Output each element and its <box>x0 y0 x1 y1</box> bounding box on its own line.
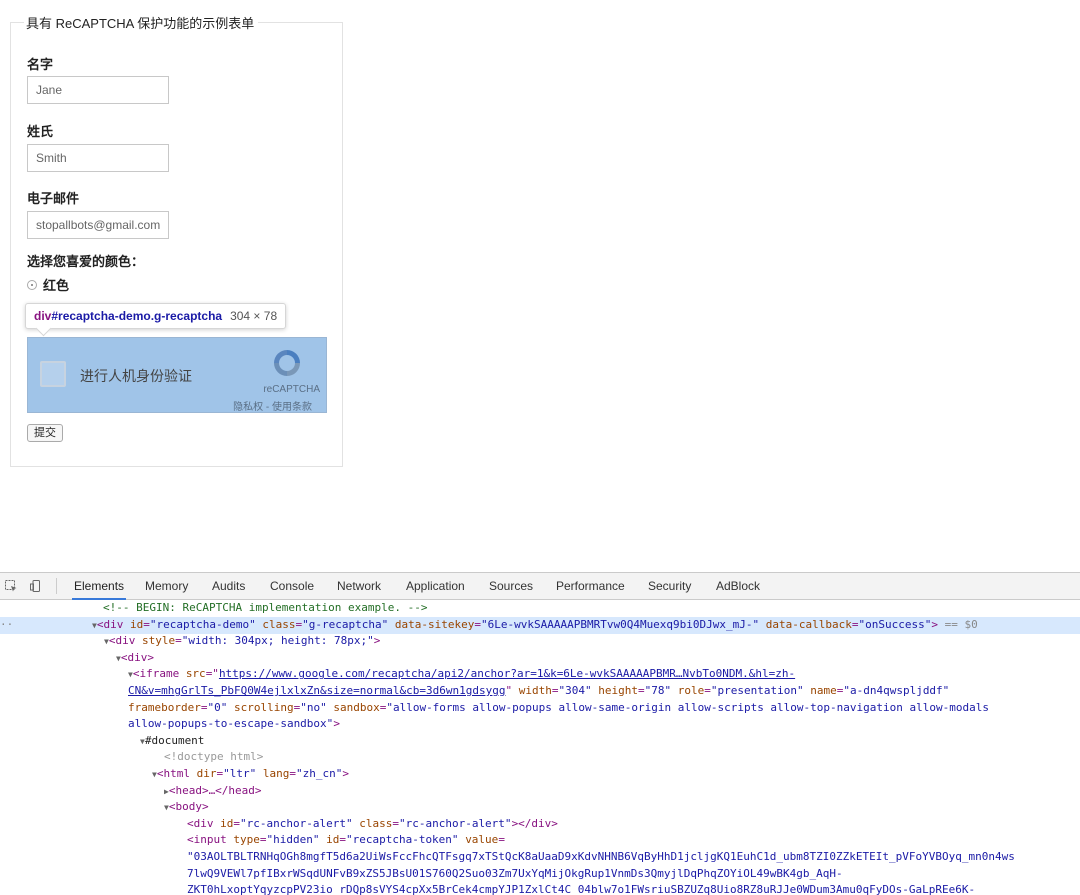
code-line[interactable]: ▼<div style="width: 304px; height: 78px;… <box>104 633 1080 650</box>
recaptcha-brand: reCAPTCHA <box>263 384 320 395</box>
code-line[interactable]: 7lwQ9VEWl7pfIBxrWSqdUNFvB9xZS5JBsU01S760… <box>187 866 1080 883</box>
last-name-input[interactable]: Smith <box>27 144 169 172</box>
tooltip-selector: #recaptcha-demo.g-recaptcha <box>51 309 223 323</box>
tab-network[interactable]: Network <box>337 579 381 593</box>
code-line[interactable]: frameborder="0" scrolling="no" sandbox="… <box>128 700 1080 717</box>
devtools-toolbar: Elements Memory Audits Console Network A… <box>0 573 1080 600</box>
element-inspector-tooltip: div #recaptcha-demo.g-recaptcha 304 × 78 <box>25 303 287 329</box>
email-label: 电子邮件 <box>27 191 80 206</box>
code-line[interactable]: allow-popups-to-escape-sandbox"> <box>128 716 1080 733</box>
code-line[interactable]: ▼<html dir="ltr" lang="zh_cn"> <box>152 766 1080 783</box>
code-line[interactable]: ▼<body> <box>164 799 1080 816</box>
device-toolbar-icon[interactable] <box>30 580 42 592</box>
code-line[interactable]: "03AOLTBLTRNHqOGh8mgfT5d6a2UiWsFccFhcQTF… <box>187 849 1080 866</box>
color-radio-option[interactable]: 红色 <box>27 275 69 294</box>
radio-button[interactable] <box>27 279 37 290</box>
recaptcha-checkbox[interactable] <box>40 361 66 387</box>
toolbar-divider <box>56 578 57 594</box>
tab-audits[interactable]: Audits <box>212 579 245 593</box>
color-label: 选择您喜爱的颜色： <box>27 254 145 269</box>
code-line[interactable]: ZKT0hLxoptYqyzcpPV23io_rDQp8sVYS4cpXx5Br… <box>187 882 1080 895</box>
recaptcha-widget[interactable]: 进行人机身份验证 reCAPTCHA 隐私权 - 使用条款 <box>27 337 327 413</box>
tab-application[interactable]: Application <box>406 579 465 593</box>
first-name-input[interactable]: Jane <box>27 76 169 104</box>
code-line-selected[interactable]: ·· ▼<div id="recaptcha-demo" class="g-rec… <box>0 616 1080 634</box>
first-name-label: 名字 <box>27 57 54 72</box>
code-line[interactable]: <!doctype html> <box>164 749 1080 766</box>
code-line[interactable]: <input type="hidden" id="recaptcha-token… <box>187 832 1080 849</box>
tab-memory[interactable]: Memory <box>145 579 188 593</box>
inspect-element-icon[interactable] <box>5 580 17 592</box>
tab-performance[interactable]: Performance <box>556 579 625 593</box>
tab-security[interactable]: Security <box>648 579 691 593</box>
code-line[interactable]: <!-- BEGIN: ReCAPTCHA implementation exa… <box>103 600 1080 617</box>
devtools-panel: Elements Memory Audits Console Network A… <box>0 572 1080 895</box>
ellipsis-icon: ·· <box>0 617 14 631</box>
code-line[interactable]: ▼<div> <box>116 650 1080 667</box>
tab-sources[interactable]: Sources <box>489 579 533 593</box>
code-line[interactable]: ▶<head>…</head> <box>164 783 1080 800</box>
last-name-label: 姓氏 <box>27 124 54 139</box>
form-legend: 具有 ReCAPTCHA 保护功能的示例表单 <box>24 13 259 32</box>
recaptcha-logo-icon <box>274 350 300 376</box>
code-line[interactable]: CN&v=mhgGrlTs_PbFQ0W4ejlxlxZn&size=norma… <box>128 683 1080 700</box>
tab-console[interactable]: Console <box>270 579 314 593</box>
tab-elements[interactable]: Elements <box>71 579 127 600</box>
tooltip-size: 304 × 78 <box>230 309 278 323</box>
email-input[interactable]: stopallbots@gmail.com <box>27 211 169 239</box>
recaptcha-terms-link[interactable]: 隐私权 - 使用条款 <box>233 398 312 413</box>
code-line[interactable]: <div id="rc-anchor-alert" class="rc-anch… <box>187 816 1080 833</box>
tooltip-tag: div <box>34 309 52 323</box>
code-line[interactable]: ▼<iframe src="https://www.google.com/rec… <box>128 666 1080 683</box>
elements-tree: <!-- BEGIN: ReCAPTCHA implementation exa… <box>0 600 1080 895</box>
recaptcha-checkbox-label: 进行人机身份验证 <box>80 368 192 384</box>
color-option-label: 红色 <box>43 278 70 293</box>
submit-button[interactable]: 提交 <box>27 424 63 442</box>
tab-adblock[interactable]: AdBlock <box>716 579 760 593</box>
code-line[interactable]: ▼#document <box>140 733 1080 750</box>
